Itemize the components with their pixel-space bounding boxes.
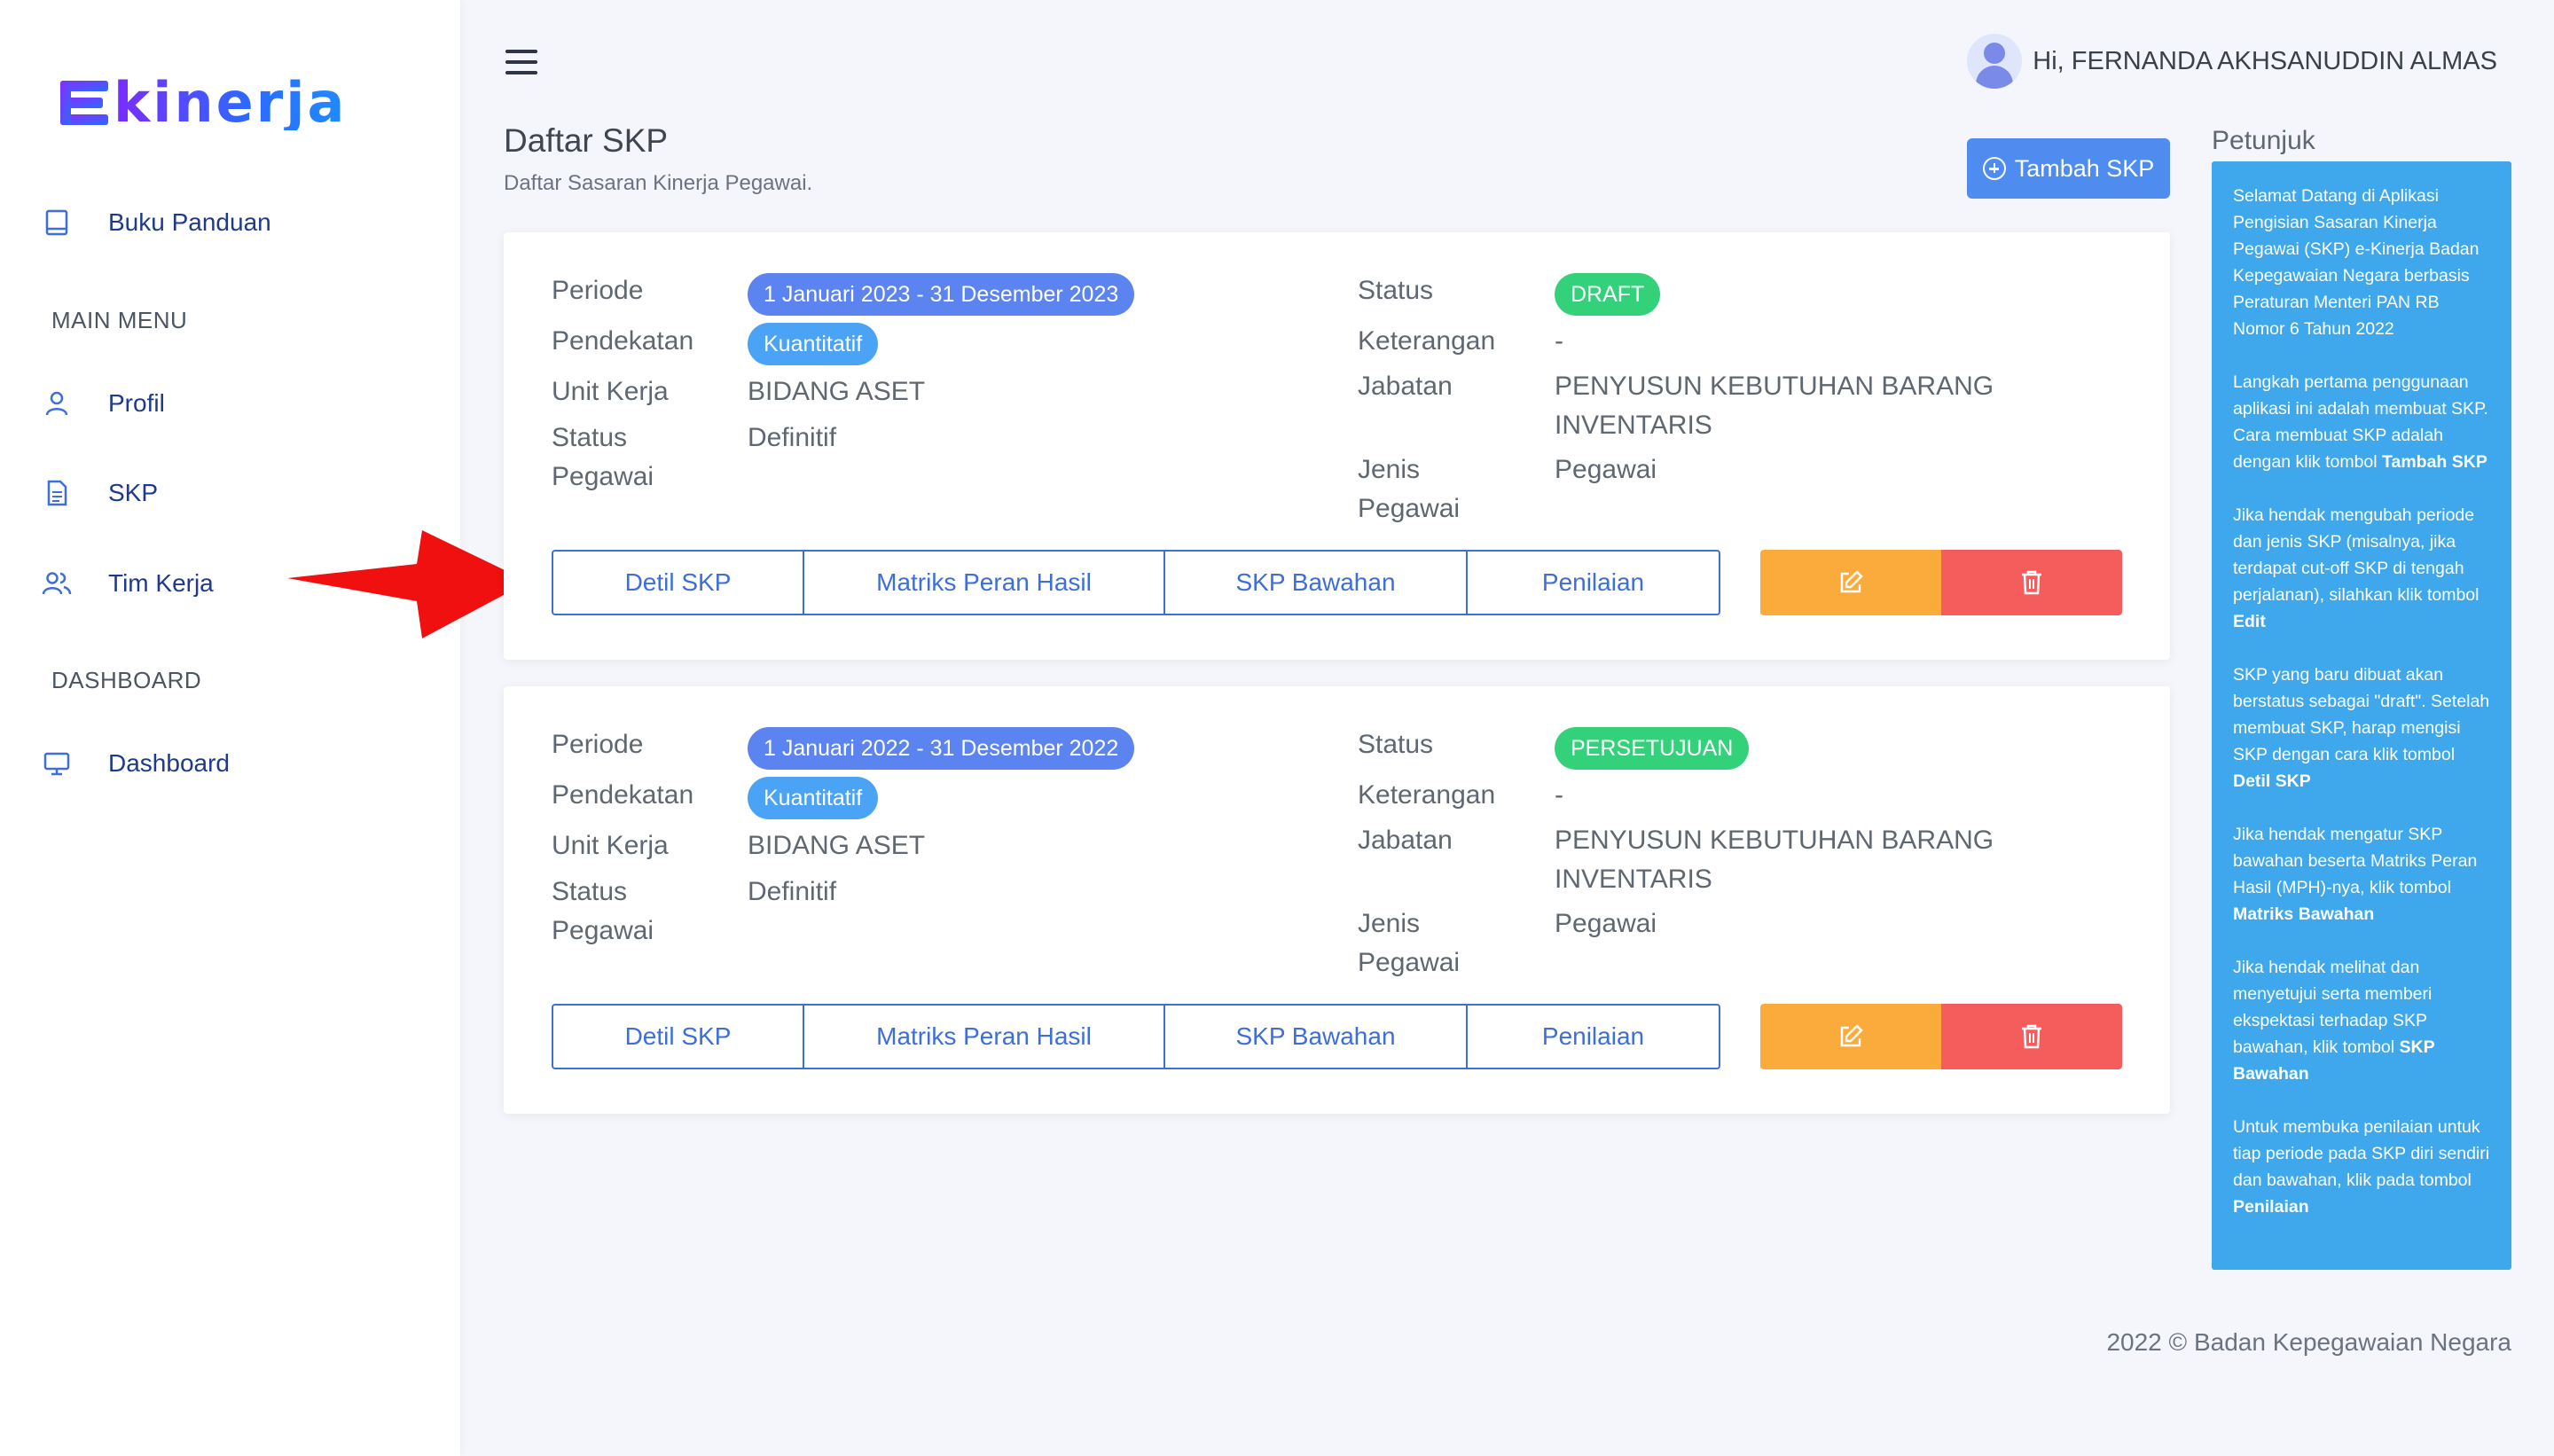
skp-action-group: Detil SKP Matriks Peran Hasil SKP Bawaha… xyxy=(552,550,1720,615)
sidebar-item-label: Tim Kerja xyxy=(108,569,214,597)
petunjuk-paragraph: Untuk membuka penilaian untuk tiap perio… xyxy=(2233,1117,2490,1217)
pendekatan-label: Pendekatan xyxy=(552,326,694,356)
avatar xyxy=(1967,34,2023,89)
matriks-peran-hasil-button[interactable]: Matriks Peran Hasil xyxy=(804,1006,1165,1068)
penilaian-button[interactable]: Penilaian xyxy=(1468,1006,1719,1068)
skp-card: Periode 1 Januari 2022 - 31 Desember 202… xyxy=(504,686,2170,1114)
user-menu[interactable]: Hi, FERNANDA AKHSANUDDIN ALMAS xyxy=(1967,34,2497,89)
users-icon xyxy=(41,568,73,599)
document-icon xyxy=(41,477,73,509)
main-menu-heading: MAIN MENU xyxy=(51,307,188,333)
unit-kerja-value: BIDANG ASET xyxy=(748,377,926,406)
add-skp-button[interactable]: Tambah SKP xyxy=(1967,138,2170,199)
petunjuk-paragraph: Jika hendak mengubah periode dan jenis S… xyxy=(2233,505,2480,631)
jenis-pegawai-label: Jenis xyxy=(1358,909,1421,938)
edit-icon xyxy=(1840,570,1863,593)
monitor-icon xyxy=(41,748,73,779)
sidebar: kinerja Buku Panduan MAIN MENU Profil SK… xyxy=(0,0,460,1456)
menu-toggle-icon[interactable] xyxy=(505,50,537,76)
red-arrow-annotation xyxy=(287,530,529,638)
jenis-pegawai-label: Jenis xyxy=(1358,455,1421,484)
detil-skp-button[interactable]: Detil SKP xyxy=(553,552,804,614)
logo-e-icon xyxy=(60,81,108,125)
keterangan-value: - xyxy=(1555,780,1563,810)
periode-label: Periode xyxy=(552,730,644,759)
sidebar-item-tim-kerja[interactable]: Tim Kerja xyxy=(41,557,214,610)
unit-kerja-value: BIDANG ASET xyxy=(748,831,926,860)
sidebar-item-dashboard[interactable]: Dashboard xyxy=(41,737,230,790)
keterangan-label: Keterangan xyxy=(1358,780,1496,810)
logo-text: kinerja xyxy=(114,70,348,135)
add-skp-label: Tambah SKP xyxy=(2014,154,2155,182)
edit-button[interactable] xyxy=(1760,1004,1941,1069)
status-pegawai-label-2: Pegawai xyxy=(552,462,654,491)
skp-bawahan-button[interactable]: SKP Bawahan xyxy=(1165,1006,1468,1068)
status-pegawai-label-2: Pegawai xyxy=(552,916,654,945)
matriks-peran-hasil-button[interactable]: Matriks Peran Hasil xyxy=(804,552,1165,614)
periode-badge: 1 Januari 2023 - 31 Desember 2023 xyxy=(748,273,1135,316)
skp-bawahan-button[interactable]: SKP Bawahan xyxy=(1165,552,1468,614)
delete-button[interactable] xyxy=(1941,1004,2122,1069)
status-label: Status xyxy=(1358,730,1434,759)
sidebar-item-label: Dashboard xyxy=(108,749,230,777)
petunjuk-paragraph: Selamat Datang di Aplikasi Pengisian Sas… xyxy=(2233,186,2480,339)
penilaian-button[interactable]: Penilaian xyxy=(1468,552,1719,614)
pendekatan-badge: Kuantitatif xyxy=(748,777,879,819)
skp-action-group: Detil SKP Matriks Peran Hasil SKP Bawaha… xyxy=(552,1004,1720,1069)
status-label: Status xyxy=(1358,276,1434,305)
trash-icon xyxy=(2022,1024,2041,1049)
user-icon xyxy=(41,387,73,419)
status-pegawai-value: Definitif xyxy=(748,877,837,906)
sidebar-item-buku-panduan[interactable]: Buku Panduan xyxy=(41,196,271,249)
dashboard-heading: DASHBOARD xyxy=(51,667,202,693)
petunjuk-panel: Selamat Datang di Aplikasi Pengisian Sas… xyxy=(2212,161,2511,1270)
petunjuk-paragraph: SKP yang baru dibuat akan berstatus seba… xyxy=(2233,665,2490,791)
user-greeting: Hi, FERNANDA AKHSANUDDIN ALMAS xyxy=(2033,46,2497,75)
plus-circle-icon xyxy=(1982,157,2006,180)
skp-card: Periode 1 Januari 2023 - 31 Desember 202… xyxy=(504,232,2170,660)
footer: 2022 © Badan Kepegawaian Negara xyxy=(2106,1328,2511,1356)
page-title: Daftar SKP xyxy=(504,122,669,159)
jabatan-value-2: INVENTARIS xyxy=(1555,411,1712,440)
page-subtitle: Daftar Sasaran Kinerja Pegawai. xyxy=(504,171,813,195)
delete-button[interactable] xyxy=(1941,550,2122,615)
jabatan-value: PENYUSUN KEBUTUHAN BARANG xyxy=(1555,826,1994,855)
sidebar-item-profil[interactable]: Profil xyxy=(41,377,165,430)
trash-icon xyxy=(2022,570,2041,595)
petunjuk-paragraph: Jika hendak melihat dan menyetujui serta… xyxy=(2233,958,2435,1084)
jenis-pegawai-value: Pegawai xyxy=(1555,455,1657,484)
sidebar-item-skp[interactable]: SKP xyxy=(41,466,158,520)
jabatan-label: Jabatan xyxy=(1358,826,1453,855)
sidebar-item-label: SKP xyxy=(108,479,159,506)
jenis-pegawai-label-2: Pegawai xyxy=(1358,948,1461,977)
status-pegawai-label: Status xyxy=(552,877,628,906)
status-pegawai-value: Definitif xyxy=(748,423,837,452)
detil-skp-button[interactable]: Detil SKP xyxy=(553,1006,804,1068)
petunjuk-paragraph: Langkah pertama penggunaan aplikasi ini … xyxy=(2233,372,2488,472)
sidebar-item-label: Profil xyxy=(108,389,165,417)
jenis-pegawai-label-2: Pegawai xyxy=(1358,494,1461,523)
status-badge: PERSETUJUAN xyxy=(1555,727,1750,770)
sidebar-item-label: Buku Panduan xyxy=(108,208,271,236)
petunjuk-paragraph: Jika hendak mengatur SKP bawahan beserta… xyxy=(2233,825,2478,924)
edit-button[interactable] xyxy=(1760,550,1941,615)
edit-icon xyxy=(1840,1024,1863,1047)
pendekatan-badge: Kuantitatif xyxy=(748,323,879,365)
keterangan-value: - xyxy=(1555,326,1563,356)
keterangan-label: Keterangan xyxy=(1358,326,1496,356)
pendekatan-label: Pendekatan xyxy=(552,780,694,810)
petunjuk-title: Petunjuk xyxy=(2212,126,2315,155)
app-logo[interactable]: kinerja xyxy=(59,69,347,137)
status-badge: DRAFT xyxy=(1555,273,1661,316)
jabatan-value-2: INVENTARIS xyxy=(1555,865,1712,894)
jabatan-value: PENYUSUN KEBUTUHAN BARANG xyxy=(1555,372,1994,401)
unit-kerja-label: Unit Kerja xyxy=(552,831,669,860)
periode-badge: 1 Januari 2022 - 31 Desember 2022 xyxy=(748,727,1135,770)
status-pegawai-label: Status xyxy=(552,423,628,452)
jabatan-label: Jabatan xyxy=(1358,372,1453,401)
periode-label: Periode xyxy=(552,276,644,305)
jenis-pegawai-value: Pegawai xyxy=(1555,909,1657,938)
unit-kerja-label: Unit Kerja xyxy=(552,377,669,406)
book-icon xyxy=(41,207,73,239)
